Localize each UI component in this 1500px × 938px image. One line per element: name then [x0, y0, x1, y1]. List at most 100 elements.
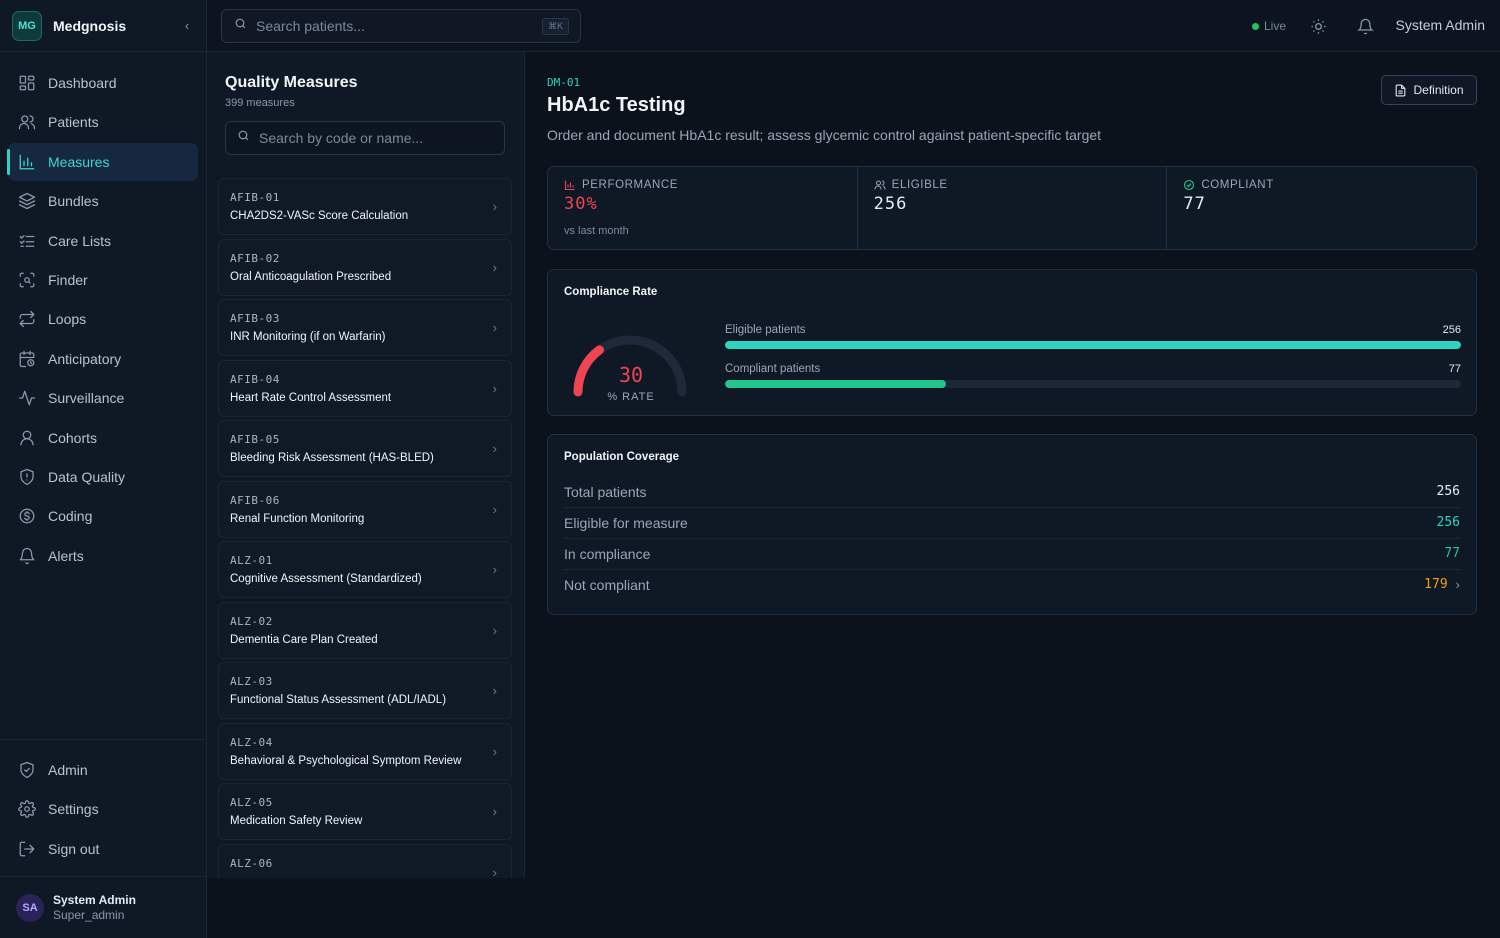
population-row[interactable]: Not compliant 179 ›	[564, 569, 1460, 600]
sidebar-item-sign-out[interactable]: Sign out	[8, 830, 198, 868]
measure-item-code: AFIB-04	[230, 372, 280, 386]
live-indicator: Live	[1252, 19, 1286, 33]
population-value: 179	[1424, 577, 1448, 592]
user-role: Super_admin	[53, 908, 125, 922]
sidebar-item-admin[interactable]: Admin	[8, 751, 198, 789]
population-label: In compliance	[564, 545, 651, 562]
layers-icon	[17, 191, 37, 211]
measure-list-item[interactable]: ALZ-05 Medication Safety Review ›	[218, 783, 512, 840]
sidebar-item-dashboard[interactable]: Dashboard	[8, 64, 198, 102]
sidebar-item-care-lists[interactable]: Care Lists	[8, 222, 198, 260]
measure-list-item[interactable]: AFIB-05 Bleeding Risk Assessment (HAS-BLE…	[218, 420, 512, 477]
measure-list-item[interactable]: ALZ-06 ›	[218, 843, 512, 879]
chevron-right-icon: ›	[492, 320, 497, 335]
bar-fill	[725, 341, 1461, 349]
chevron-right-icon: ›	[492, 259, 497, 275]
search-input[interactable]	[256, 18, 542, 34]
shield-check-icon	[17, 760, 37, 780]
sidebar-item-patients[interactable]: Patients	[8, 103, 198, 141]
sidebar-item-label: Admin	[48, 762, 88, 778]
chevron-right-icon: ›	[1455, 577, 1460, 592]
sidebar-item-label: Finder	[48, 271, 88, 288]
bar-label: Compliant patients	[725, 363, 821, 375]
avatar: SA	[16, 893, 44, 922]
stat-value: 77	[1183, 194, 1206, 214]
sidebar-item-anticipatory[interactable]: Anticipatory	[8, 340, 198, 378]
sidebar-item-coding[interactable]: Coding	[8, 497, 198, 535]
definition-button[interactable]: Definition	[1381, 75, 1477, 105]
measure-items: AFIB-01 CHA2DS2-VASc Score Calculation › AF…	[207, 178, 524, 878]
sidebar-item-bundles[interactable]: Bundles	[8, 182, 198, 220]
patient-search[interactable]: ⌘K	[221, 9, 581, 43]
compliance-bars: Eligible patients 256 Compliant patients 77	[725, 324, 1461, 402]
sidebar-item-data-quality[interactable]: Data Quality	[8, 458, 198, 496]
stat-performance: PERFORMANCE 30% vs last month	[548, 167, 857, 249]
sidebar-item-surveillance[interactable]: Surveillance	[8, 379, 198, 417]
sun-icon[interactable]	[1308, 16, 1328, 36]
live-dot	[1252, 22, 1259, 30]
measure-item-name: CHA2DS2-VASc Score Calculation	[230, 210, 409, 222]
measure-list-item[interactable]: AFIB-03 INR Monitoring (if on Warfarin) ›	[218, 299, 512, 356]
sidebar-item-label: Loops	[48, 311, 87, 328]
sidebar-item-measures[interactable]: Measures	[7, 142, 198, 181]
chevron-right-icon: ›	[492, 864, 497, 879]
stat-label: ELIGIBLE	[891, 179, 948, 191]
topbar-user-name[interactable]: System Admin	[1396, 17, 1485, 33]
calendar-clock-icon	[17, 349, 37, 369]
measure-list-item[interactable]: AFIB-01 CHA2DS2-VASc Score Calculation ›	[218, 178, 512, 235]
measure-search[interactable]	[225, 121, 505, 155]
sidebar-item-alerts[interactable]: Alerts	[8, 537, 198, 575]
measure-item-name: Cognitive Assessment (Standardized)	[230, 573, 422, 585]
chevron-left-icon[interactable]: ‹	[180, 18, 194, 33]
users-icon	[17, 112, 37, 132]
repeat-icon	[17, 309, 37, 329]
measure-list-item[interactable]: ALZ-02 Dementia Care Plan Created ›	[218, 601, 512, 659]
measure-list-item[interactable]: AFIB-02 Oral Anticoagulation Prescribed ›	[218, 238, 512, 296]
sidebar-item-label: Cohorts	[48, 429, 98, 446]
measure-item-code: AFIB-01	[230, 191, 280, 204]
sidebar-item-settings[interactable]: Settings	[8, 790, 198, 828]
population-row: Eligible for measure 256	[564, 507, 1460, 538]
population-value: 77	[1444, 546, 1460, 561]
bar-value: 256	[1442, 324, 1461, 336]
population-card: Population Coverage Total patients 256 Eli…	[547, 434, 1477, 615]
dollar-circle-icon	[17, 506, 37, 526]
measure-item-name: INR Monitoring (if on Warfarin)	[230, 331, 386, 343]
stat-value: 30%	[564, 194, 598, 214]
chevron-right-icon: ›	[492, 743, 497, 759]
measure-list-item[interactable]: AFIB-06 Renal Function Monitoring ›	[218, 480, 512, 538]
sidebar-item-cohorts[interactable]: Cohorts	[8, 419, 198, 457]
measure-item-code: ALZ-01	[230, 554, 273, 567]
population-value: 256	[1436, 515, 1460, 530]
bar-label: Eligible patients	[725, 324, 806, 336]
users-icon	[874, 180, 886, 190]
measure-search-input[interactable]	[259, 130, 504, 146]
bell-icon[interactable]	[1355, 16, 1375, 36]
measure-list-item[interactable]: ALZ-04 Behavioral & Psychological Symptom…	[218, 722, 512, 780]
bar-fill	[725, 380, 946, 388]
sidebar-item-label: Bundles	[48, 193, 99, 210]
sidebar-item-label: Surveillance	[48, 390, 125, 407]
sidebar-item-label: Anticipatory	[48, 350, 122, 367]
brand: MG Medgnosis ‹	[0, 0, 206, 52]
chevron-right-icon: ›	[492, 683, 497, 698]
measure-list-item[interactable]: ALZ-03 Functional Status Assessment (ADL/…	[218, 662, 512, 719]
sidebar-item-label: Care Lists	[48, 232, 112, 249]
sidebar-item-finder[interactable]: Finder	[8, 261, 198, 299]
user-profile[interactable]: SA System Admin Super_admin	[0, 876, 206, 938]
measure-item-name: Bleeding Risk Assessment (HAS-BLED)	[230, 452, 434, 464]
population-row: In compliance 77	[564, 538, 1460, 569]
bar-chart-icon	[564, 180, 575, 191]
sidebar-item-label: Data Quality	[48, 468, 126, 485]
measure-list-item[interactable]: AFIB-04 Heart Rate Control Assessment ›	[218, 359, 512, 417]
sidebar-item-label: Measures	[48, 153, 110, 170]
card-title: Compliance Rate	[564, 286, 658, 298]
measure-list-item[interactable]: ALZ-01 Cognitive Assessment (Standardized…	[218, 541, 512, 598]
stat-value: 256	[873, 194, 908, 214]
sidebar-item-loops[interactable]: Loops	[8, 300, 198, 338]
sidebar: MG Medgnosis ‹ Dashboard Patients Measures…	[0, 0, 207, 938]
sidebar-item-label: Settings	[48, 801, 99, 818]
card-title: Population Coverage	[564, 451, 680, 463]
population-row: Total patients 256	[564, 476, 1460, 507]
stat-label: COMPLIANT	[1201, 179, 1274, 191]
